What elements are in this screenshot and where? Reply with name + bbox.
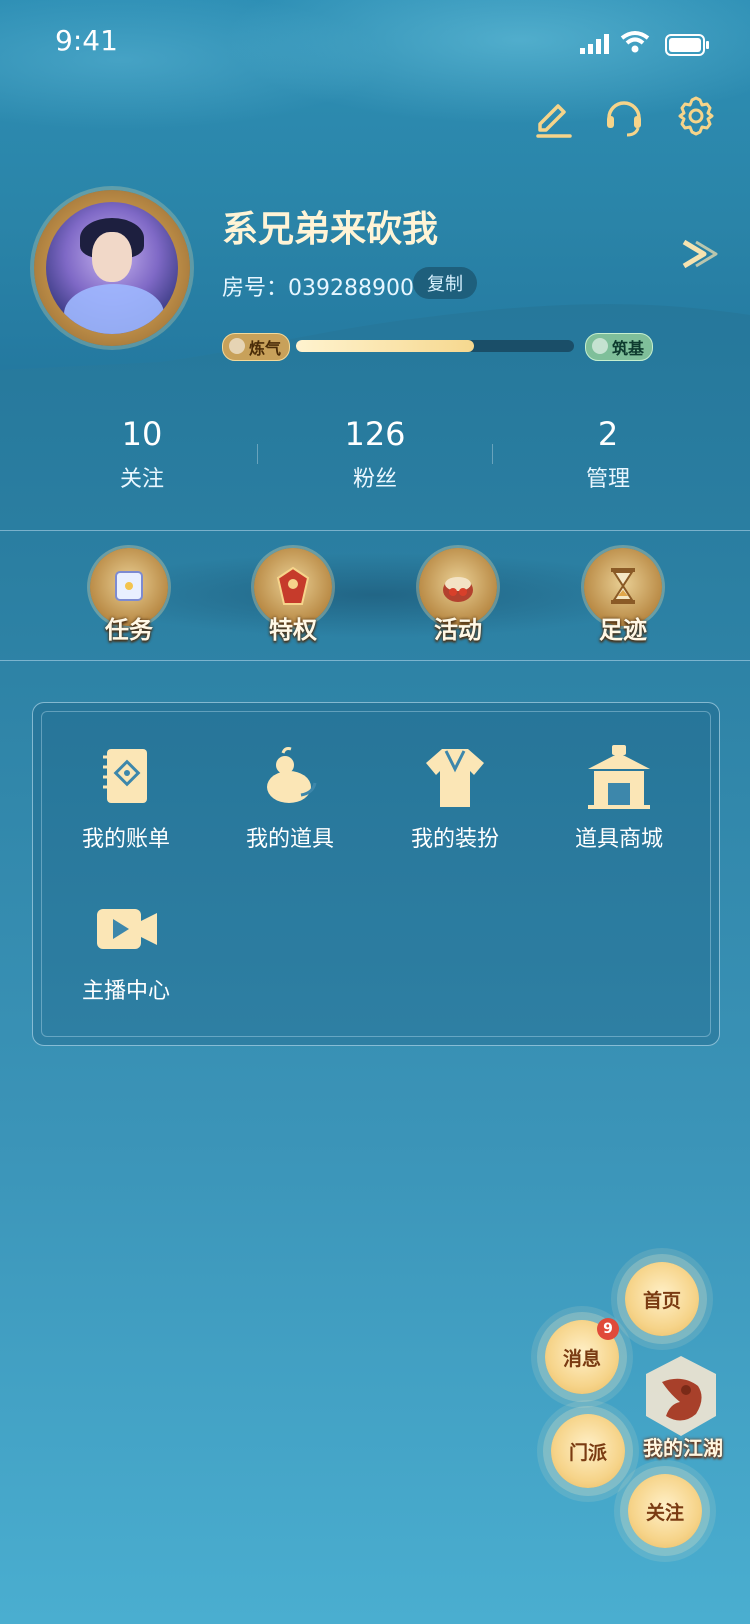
video-icon <box>97 909 157 949</box>
stat-fans[interactable]: 126 粉丝 <box>260 415 490 493</box>
gear-icon[interactable] <box>672 92 720 140</box>
fab-home-button[interactable]: 首页 <box>625 1262 699 1336</box>
stat-label: 粉丝 <box>352 467 397 492</box>
status-time: 9:41 <box>55 24 118 57</box>
feature-label: 活动 <box>434 615 482 644</box>
ledger-icon <box>103 749 147 803</box>
level-next-badge: 筑基 <box>585 333 654 361</box>
level-progress-fill <box>296 340 474 352</box>
jianghu-emblem-icon <box>646 1356 716 1436</box>
copy-button[interactable]: 复制 <box>413 267 477 299</box>
my-jianghu-button[interactable]: 我的江湖 <box>636 1352 726 1460</box>
edit-icon[interactable] <box>530 92 578 140</box>
menu-my-items[interactable]: 我的道具 <box>215 743 365 863</box>
level-current-label: 炼气 <box>249 339 282 358</box>
wifi-icon <box>620 31 650 53</box>
level-progress-bar <box>296 340 574 352</box>
menu-label: 主播中心 <box>81 979 170 1004</box>
divider <box>257 444 258 464</box>
room-number: 房号：039288900 <box>222 270 414 302</box>
headset-icon[interactable] <box>600 92 648 140</box>
username: 系兄弟来砍我 <box>222 208 439 250</box>
avatar[interactable] <box>34 190 190 346</box>
battery-icon <box>665 34 709 56</box>
stat-value: 2 <box>597 415 619 453</box>
chevron-right-icon[interactable] <box>676 232 720 276</box>
stat-admin[interactable]: 2 管理 <box>493 415 723 493</box>
swirl-icon <box>592 338 608 354</box>
feature-footprints[interactable]: 足迹 <box>578 548 668 648</box>
message-count-badge: 9 <box>597 1318 619 1340</box>
gourd-icon <box>267 747 317 803</box>
feature-activity[interactable]: 活动 <box>413 548 503 648</box>
menu-label: 我的道具 <box>245 827 334 852</box>
stat-following[interactable]: 10 关注 <box>27 415 257 493</box>
menu-my-bill[interactable]: 我的账单 <box>51 743 201 863</box>
fab-sect-button[interactable]: 门派 <box>551 1414 625 1488</box>
menu-panel: 我的账单 我的道具 我的装扮 道具商城 主播中心 <box>32 702 720 1046</box>
level-next-label: 筑基 <box>612 339 645 358</box>
feature-label: 任务 <box>105 615 153 644</box>
status-bar: 9:41 <box>0 0 750 88</box>
menu-label: 我的装扮 <box>410 827 499 852</box>
my-jianghu-label: 我的江湖 <box>643 1436 723 1460</box>
stat-value: 126 <box>344 415 406 453</box>
divider <box>0 660 750 661</box>
shop-icon <box>588 745 650 809</box>
robe-icon <box>426 749 484 807</box>
menu-label: 我的账单 <box>81 827 170 852</box>
room-value: 039288900 <box>288 276 414 301</box>
avatar-image <box>46 202 178 334</box>
feature-tasks[interactable]: 任务 <box>84 548 174 648</box>
feature-label: 特权 <box>269 615 317 644</box>
feature-privilege[interactable]: 特权 <box>248 548 338 648</box>
menu-streamer-center[interactable]: 主播中心 <box>51 895 201 1015</box>
stat-value: 10 <box>121 415 163 453</box>
stat-label: 关注 <box>119 467 164 492</box>
swirl-icon <box>229 338 245 354</box>
level-current-badge: 炼气 <box>222 333 291 361</box>
feature-label: 足迹 <box>599 615 647 644</box>
stat-label: 管理 <box>585 467 630 492</box>
menu-my-outfit[interactable]: 我的装扮 <box>380 743 530 863</box>
menu-label: 道具商城 <box>574 827 663 852</box>
room-label: 房号： <box>222 276 289 301</box>
fab-follow-button[interactable]: 关注 <box>628 1474 702 1548</box>
menu-item-shop[interactable]: 道具商城 <box>544 743 694 863</box>
signal-icon <box>580 34 609 54</box>
